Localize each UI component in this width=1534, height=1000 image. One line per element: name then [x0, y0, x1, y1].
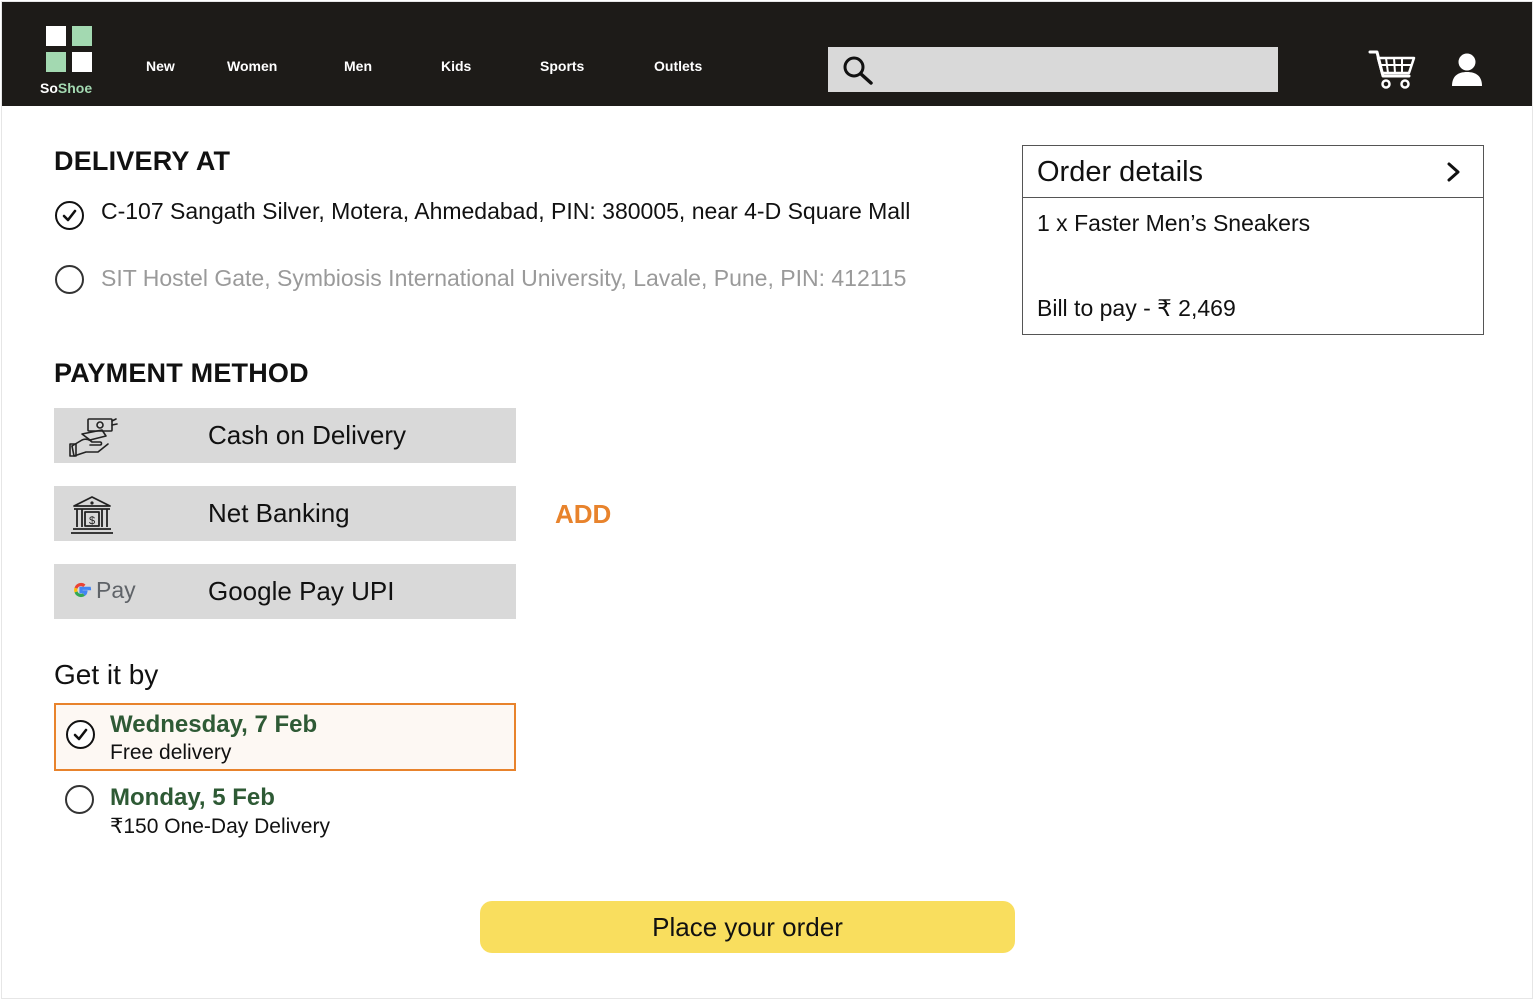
delivery-radio-selected[interactable] [66, 720, 95, 749]
logo-square [46, 26, 66, 46]
logo-square [46, 52, 66, 72]
delivery-desc: Free delivery [110, 741, 232, 764]
delivery-date[interactable]: Monday, 5 Feb [110, 784, 275, 812]
search-input[interactable] [828, 47, 1278, 92]
payment-label-cod: Cash on Delivery [208, 420, 406, 450]
order-details-panel: Order details 1 x Faster Men’s Sneakers … [1022, 145, 1484, 335]
delivery-desc: ₹150 One-Day Delivery [110, 815, 330, 838]
checkmark-icon [62, 209, 77, 222]
bank-icon: $ [71, 496, 113, 534]
delivery-option-selected[interactable]: Wednesday, 7 Feb Free delivery [54, 703, 516, 771]
delivery-title: DELIVERY AT [54, 146, 231, 176]
payment-label-net-banking: Net Banking [208, 498, 350, 528]
gpay-logo-text: Pay [96, 577, 136, 603]
gpay-logo: Pay [70, 577, 140, 607]
google-g-icon [74, 582, 92, 598]
search-icon[interactable] [842, 55, 874, 85]
nav-item-sports[interactable]: Sports [540, 58, 584, 74]
address-option-2[interactable]: SIT Hostel Gate, Symbiosis International… [101, 264, 961, 293]
order-details-title: Order details [1037, 156, 1204, 188]
soshoe-logo[interactable]: SoShoe [40, 26, 98, 98]
address-radio[interactable] [55, 265, 84, 294]
place-order-button[interactable]: Place your order [480, 901, 1015, 953]
svg-text:$: $ [89, 515, 95, 527]
user-icon[interactable] [1450, 52, 1484, 88]
nav-item-outlets[interactable]: Outlets [654, 58, 702, 74]
payment-label-gpay: Google Pay UPI [208, 576, 395, 606]
nav-item-women[interactable]: Women [227, 58, 277, 74]
top-nav-bar: SoShoe New Women Men Kids Sports Outlets [2, 2, 1532, 106]
logo-square [72, 26, 92, 46]
address-radio-selected[interactable] [55, 201, 84, 230]
delivery-radio[interactable] [65, 785, 94, 814]
delivery-date: Wednesday, 7 Feb [110, 711, 318, 738]
payment-cash-on-delivery[interactable]: Cash on Delivery [54, 408, 516, 463]
get-it-by-title: Get it by [54, 659, 159, 690]
checkmark-icon [73, 728, 88, 741]
nav-item-kids[interactable]: Kids [441, 58, 471, 74]
chevron-right-icon[interactable] [1443, 160, 1465, 184]
order-item: 1 x Faster Men’s Sneakers [1037, 210, 1311, 236]
brand-name: SoShoe [40, 80, 93, 96]
payment-net-banking[interactable]: $ Net Banking [54, 486, 516, 541]
add-payment-button[interactable]: ADD [555, 499, 611, 530]
payment-google-pay[interactable]: Pay Google Pay UPI [54, 564, 516, 619]
address-option-1[interactable]: C-107 Sangath Silver, Motera, Ahmedabad,… [101, 197, 961, 226]
nav-item-new[interactable]: New [146, 58, 175, 74]
bill-amount: Bill to pay - ₹ 2,469 [1037, 295, 1236, 321]
logo-square [72, 52, 92, 72]
cart-icon[interactable] [1368, 48, 1416, 92]
payment-title: PAYMENT METHOD [54, 358, 309, 388]
order-details-header[interactable]: Order details [1023, 146, 1483, 198]
nav-item-men[interactable]: Men [344, 58, 372, 74]
cash-hand-icon [69, 418, 118, 457]
